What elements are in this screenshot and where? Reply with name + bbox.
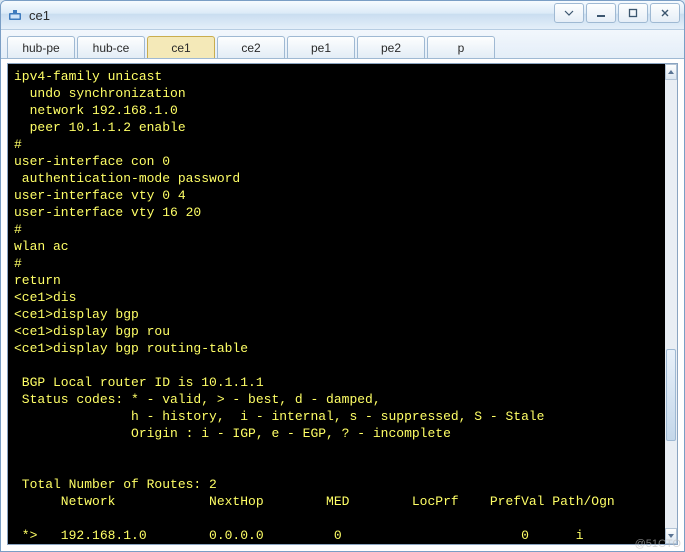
tab-strip: hub-pe hub-ce ce1 ce2 pe1 pe2 p	[1, 30, 684, 59]
dropdown-button[interactable]	[554, 3, 584, 23]
terminal-output[interactable]: ipv4-family unicast undo synchronization…	[8, 64, 665, 544]
vertical-scrollbar[interactable]	[665, 64, 677, 544]
window-title: ce1	[29, 8, 50, 23]
tab-label: ce2	[241, 41, 260, 55]
tab-pe2[interactable]: pe2	[357, 36, 425, 58]
tab-label: ce1	[171, 41, 190, 55]
maximize-button[interactable]	[618, 3, 648, 23]
app-icon	[7, 7, 23, 23]
tab-p[interactable]: p	[427, 36, 495, 58]
window-controls	[554, 3, 680, 23]
close-button[interactable]	[650, 3, 680, 23]
tab-label: hub-pe	[22, 41, 59, 55]
scroll-up-button[interactable]	[665, 64, 677, 80]
app-window: ce1 hub-pe hub-ce ce1 ce2 pe1 pe2 p ipv4…	[0, 0, 685, 552]
scrollbar-track[interactable]	[665, 80, 677, 528]
terminal-pane: ipv4-family unicast undo synchronization…	[7, 63, 678, 545]
minimize-button[interactable]	[586, 3, 616, 23]
tab-ce2[interactable]: ce2	[217, 36, 285, 58]
title-bar: ce1	[1, 1, 684, 30]
tab-label: p	[458, 41, 465, 55]
scrollbar-thumb[interactable]	[666, 349, 676, 441]
tab-label: pe2	[381, 41, 401, 55]
tab-label: pe1	[311, 41, 331, 55]
scroll-down-button[interactable]	[665, 528, 677, 544]
tab-hub-ce[interactable]: hub-ce	[77, 36, 145, 58]
tab-hub-pe[interactable]: hub-pe	[7, 36, 75, 58]
tab-ce1[interactable]: ce1	[147, 36, 215, 58]
tab-pe1[interactable]: pe1	[287, 36, 355, 58]
tab-label: hub-ce	[93, 41, 130, 55]
